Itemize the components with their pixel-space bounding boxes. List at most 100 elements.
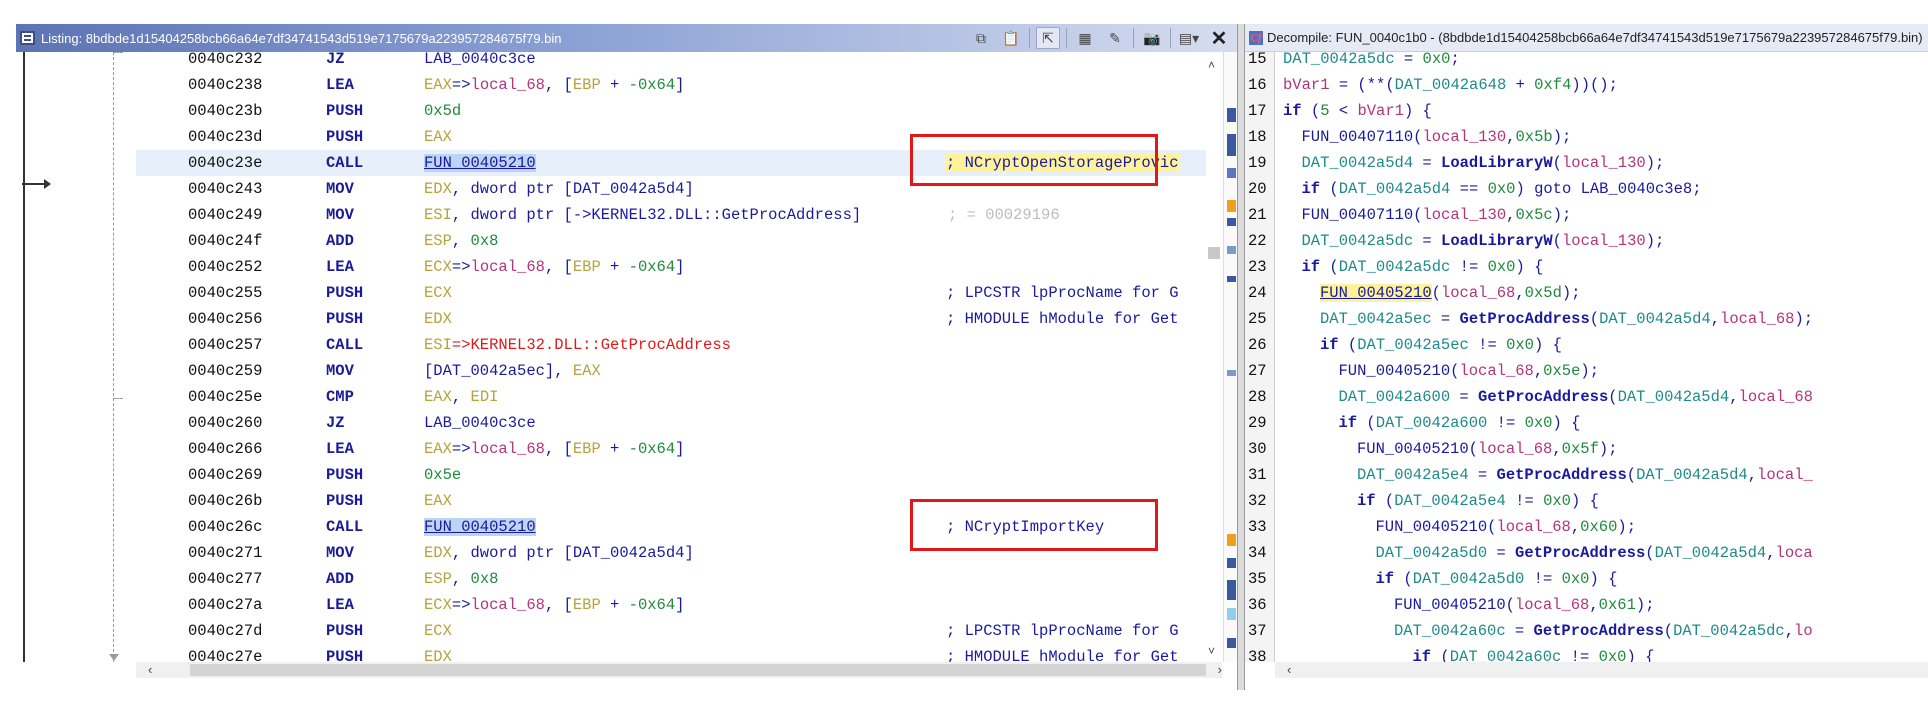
code-text[interactable]: DAT_0042a5d4 = LoadLibraryW(local_130); <box>1302 150 1665 176</box>
listing-row[interactable]: 0040c24f ADD ESP, 0x8 <box>136 228 1206 254</box>
operand-token[interactable]: EAX <box>424 440 452 458</box>
code-token[interactable]: DAT_0042a600 <box>1376 414 1488 432</box>
operand-token[interactable]: EDX <box>424 544 452 562</box>
instruction-address[interactable]: 0040c256 <box>188 306 262 332</box>
code-token[interactable]: ( <box>1608 388 1617 406</box>
code-token[interactable]: GetProcAddress <box>1515 544 1645 562</box>
code-token[interactable]: 0x5e <box>1543 362 1580 380</box>
code-token[interactable]: DAT_0042a5ec <box>1357 336 1469 354</box>
decompile-line[interactable]: 24 FUN_00405210(local_68,0x5d); <box>1245 280 1928 306</box>
operand-token[interactable]: ECX <box>424 622 452 640</box>
instruction-mnemonic[interactable]: LEA <box>326 72 354 98</box>
code-token[interactable]: ( <box>1302 102 1320 120</box>
instruction-mnemonic[interactable]: PUSH <box>326 124 363 150</box>
code-token[interactable]: 0x5f <box>1562 440 1599 458</box>
code-text[interactable]: FUN_00405210(local_68,0x5e); <box>1339 358 1600 384</box>
code-token[interactable]: if <box>1376 570 1395 588</box>
code-token[interactable]: ); <box>1562 284 1581 302</box>
instruction-address[interactable]: 0040c255 <box>188 280 262 306</box>
operand-token[interactable]: LAB_0040c3ce <box>424 414 536 432</box>
code-token[interactable]: != <box>1450 258 1487 276</box>
scroll-left-icon[interactable]: ‹ <box>1287 662 1291 677</box>
code-text[interactable]: DAT_0042a60c = GetProcAddress(DAT_0042a5… <box>1394 618 1813 644</box>
operand-token[interactable]: EBP <box>573 596 601 614</box>
code-token[interactable]: local_68 <box>1515 596 1589 614</box>
code-token[interactable]: , <box>1552 440 1561 458</box>
instruction-operands[interactable]: ECX=>local_68, [EBP + -0x64] <box>424 254 684 280</box>
operand-token[interactable]: + <box>601 596 629 614</box>
code-token[interactable]: DAT_0042a60c <box>1394 622 1506 640</box>
operand-token[interactable]: local_68 <box>471 440 545 458</box>
instruction-operands[interactable]: ESI=>KERNEL32.DLL::GetProcAddress <box>424 332 731 358</box>
cursor-select-icon[interactable]: ⇱ <box>1036 27 1060 49</box>
code-token[interactable]: ( <box>1627 466 1636 484</box>
code-token[interactable]: == <box>1450 180 1487 198</box>
code-token[interactable]: DAT_0042a5d0 <box>1376 544 1488 562</box>
code-token[interactable]: = <box>1487 544 1515 562</box>
instruction-operands[interactable]: EDX <box>424 306 452 332</box>
operand-token[interactable]: FUN_00405210 <box>424 154 536 172</box>
decompile-line[interactable]: 17 if (5 < bVar1) { <box>1245 98 1928 124</box>
operand-token[interactable]: EDI <box>471 388 499 406</box>
operand-token[interactable]: 0x5e <box>424 466 461 484</box>
scroll-thumb[interactable] <box>1208 247 1220 259</box>
code-token[interactable]: != <box>1487 414 1524 432</box>
instruction-operands[interactable]: EDX, dword ptr [DAT_0042a5d4] <box>424 176 694 202</box>
code-text[interactable]: if (DAT_0042a5dc != 0x0) { <box>1302 254 1544 280</box>
decompile-line[interactable]: 21 FUN_00407110(local_130,0x5c); <box>1245 202 1928 228</box>
code-token[interactable]: = <box>1395 52 1423 68</box>
instruction-address[interactable]: 0040c249 <box>188 202 262 228</box>
code-token[interactable]: != <box>1469 336 1506 354</box>
instruction-address[interactable]: 0040c277 <box>188 566 262 592</box>
code-token[interactable]: DAT_0042a5d4 <box>1599 310 1711 328</box>
code-token[interactable]: = <box>1506 622 1534 640</box>
operand-token[interactable]: => <box>452 440 471 458</box>
decompile-line[interactable]: 27 FUN_00405210(local_68,0x5e); <box>1245 358 1928 384</box>
instruction-mnemonic[interactable]: ADD <box>326 228 354 254</box>
code-token[interactable]: DAT_0042a5e4 <box>1357 466 1469 484</box>
code-token[interactable]: ) { <box>1626 648 1654 662</box>
listing-horizontal-scrollbar[interactable]: ‹ › <box>136 662 1222 678</box>
operand-token[interactable]: EAX <box>424 492 452 510</box>
listing-row[interactable]: 0040c269 PUSH 0x5e <box>136 462 1206 488</box>
code-token[interactable]: ( <box>1590 310 1599 328</box>
decompile-line[interactable]: 34 DAT_0042a5d0 = GetProcAddress(DAT_0042… <box>1245 540 1928 566</box>
instruction-operands[interactable]: EAX <box>424 488 452 514</box>
code-token[interactable]: 0x0 <box>1599 648 1627 662</box>
code-token[interactable]: local_130 <box>1422 206 1506 224</box>
instruction-address[interactable]: 0040c26b <box>188 488 262 514</box>
instruction-address[interactable]: 0040c27a <box>188 592 262 618</box>
code-token[interactable]: ; <box>1450 52 1459 68</box>
code-text[interactable]: FUN_00407110(local_130,0x5c); <box>1302 202 1572 228</box>
code-token[interactable]: ( <box>1320 258 1338 276</box>
scroll-left-icon[interactable]: ‹ <box>148 662 152 677</box>
operand-token[interactable]: ESI <box>424 336 452 354</box>
listing-row[interactable]: 0040c259 MOV [DAT_0042a5ec], EAX <box>136 358 1206 384</box>
code-token[interactable]: = <box>1450 388 1478 406</box>
listing-row[interactable]: 0040c238 LEA EAX=>local_68, [EBP + -0x64] <box>136 72 1206 98</box>
decompile-line[interactable]: 15 DAT_0042a5dc = 0x0; <box>1245 52 1928 72</box>
code-token[interactable]: if <box>1302 258 1321 276</box>
instruction-operands[interactable]: EDX, dword ptr [DAT_0042a5d4] <box>424 540 694 566</box>
code-token[interactable]: ); <box>1636 596 1655 614</box>
code-token[interactable]: , <box>1589 596 1598 614</box>
panel-splitter[interactable] <box>1237 24 1245 690</box>
instruction-address[interactable]: 0040c24f <box>188 228 262 254</box>
code-text[interactable]: if (DAT_0042a5e4 != 0x0) { <box>1357 488 1599 514</box>
code-text[interactable]: DAT_0042a5dc = LoadLibraryW(local_130); <box>1302 228 1665 254</box>
code-token[interactable]: ) { <box>1404 102 1432 120</box>
code-text[interactable]: if (DAT_0042a5d0 != 0x0) { <box>1376 566 1618 592</box>
instruction-address[interactable]: 0040c27e <box>188 644 262 662</box>
operand-token[interactable]: + <box>601 258 629 276</box>
code-token[interactable]: ( <box>1320 180 1338 198</box>
instruction-operands[interactable]: FUN_00405210 <box>424 514 536 540</box>
operand-token[interactable]: local_68 <box>471 596 545 614</box>
code-token[interactable]: < <box>1330 102 1358 120</box>
instruction-address[interactable]: 0040c271 <box>188 540 262 566</box>
code-token[interactable]: FUN_00407110 <box>1302 128 1414 146</box>
code-text[interactable]: FUN_00405210(local_68,0x5d); <box>1320 280 1581 306</box>
code-token[interactable]: , <box>1729 388 1738 406</box>
code-text[interactable]: if (DAT_0042a600 != 0x0) { <box>1339 410 1581 436</box>
instruction-operands[interactable]: EAX=>local_68, [EBP + -0x64] <box>424 72 684 98</box>
eol-comment[interactable]: ; LPCSTR lpProcName for G <box>946 618 1206 644</box>
